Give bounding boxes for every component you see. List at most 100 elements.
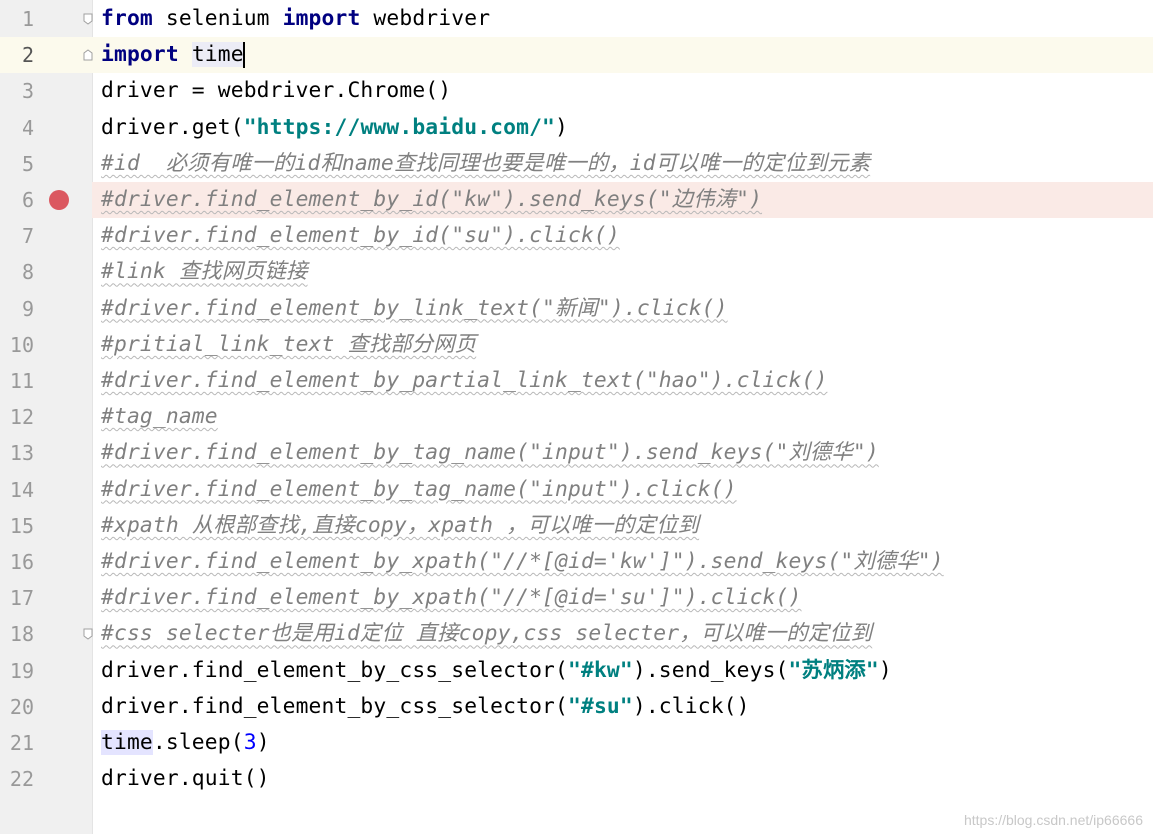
comment-token: #driver.find_element_by_tag_name("input"… [101, 476, 737, 502]
code-token: driver.find_element_by_css_selector( [101, 657, 568, 683]
comment-token: #css selecter也是用id定位 直接copy,css selecter… [101, 621, 873, 647]
fold-marker-icon[interactable] [83, 13, 93, 25]
line-number: 1 [21, 7, 34, 31]
code-token: driver.quit() [101, 766, 270, 792]
code-text[interactable]: #link 查找网页链接 [101, 254, 308, 290]
code-line[interactable]: 14 #driver.find_element_by_tag_name("inpu… [0, 471, 1153, 508]
watermark: https://blog.csdn.net/ip66666 [963, 812, 1143, 828]
code-line[interactable]: 5 #id 必须有唯一的id和name查找同理也要是唯一的，id可以唯一的定位到元… [0, 145, 1153, 182]
code-text[interactable]: #driver.find_element_by_id("kw").send_ke… [101, 182, 762, 218]
code-text[interactable]: time.sleep(3) [101, 725, 270, 761]
code-line[interactable]: 3 driver = webdriver.Chrome() [0, 73, 1153, 110]
code-text[interactable]: #driver.find_element_by_id("su").click() [101, 218, 620, 254]
comment-token: #driver.find_element_by_id("su").click() [101, 223, 620, 249]
code-line[interactable]: 8 #link 查找网页链接 [0, 254, 1153, 291]
code-token: ) [878, 657, 892, 683]
code-text[interactable]: #driver.find_element_by_xpath("//*[@id='… [101, 544, 944, 580]
breakpoint-icon[interactable] [49, 190, 69, 210]
code-line[interactable]: 9 #driver.find_element_by_link_text("新闻")… [0, 290, 1153, 327]
code-line[interactable]: 16 #driver.find_element_by_xpath("//*[@id… [0, 544, 1153, 580]
number-token: 3 [243, 730, 257, 755]
code-line[interactable]: 20 driver.find_element_by_css_selector("#… [0, 688, 1153, 725]
highlighted-token: time [191, 42, 244, 68]
line-number: 7 [21, 224, 34, 249]
code-text[interactable]: #driver.find_element_by_tag_name("input"… [101, 472, 737, 508]
string-token: "https://www.baidu.com/" [243, 114, 556, 140]
code-token: ) [256, 730, 270, 755]
code-token: ).click() [632, 693, 750, 719]
line-number: 19 [9, 658, 34, 683]
comment-token: #link 查找网页链接 [101, 259, 308, 285]
code-line[interactable]: 1 from selenium import webdriver [0, 1, 1153, 37]
line-number: 16 [9, 550, 34, 574]
code-token: ) [555, 114, 569, 140]
code-line[interactable]: 2 import time [0, 37, 1153, 74]
comment-token: #driver.find_element_by_xpath("//*[@id='… [101, 585, 802, 611]
fold-marker-icon[interactable] [83, 49, 93, 61]
code-text[interactable]: #driver.find_element_by_link_text("新闻").… [101, 291, 728, 327]
code-line[interactable]: 18 #css selecter也是用id定位 直接copy,css select… [0, 616, 1153, 653]
line-number: 5 [21, 151, 34, 176]
code-text[interactable]: #id 必须有唯一的id和name查找同理也要是唯一的，id可以唯一的定位到元素 [101, 146, 870, 182]
code-line[interactable]: 10 #pritial_link_text 查找部分网页 [0, 326, 1153, 363]
code-text[interactable]: driver.find_element_by_css_selector("#kw… [101, 653, 892, 689]
code-text[interactable]: #tag_name [101, 399, 218, 435]
comment-token: #pritial_link_text 查找部分网页 [101, 331, 477, 357]
line-number: 10 [9, 332, 34, 357]
code-editor[interactable]: 1 from selenium import webdriver 2 import t… [0, 0, 1153, 834]
code-token: driver.find_element_by_css_selector( [101, 693, 568, 719]
code-token: ).send_keys( [632, 657, 789, 683]
comment-token: #driver.find_element_by_xpath("//*[@id='… [101, 549, 944, 574]
code-line[interactable]: 12 #tag_name [0, 399, 1153, 436]
line-number: 6 [21, 188, 34, 212]
line-number: 3 [21, 79, 34, 104]
code-text[interactable]: #xpath 从根部查找,直接copy，xpath ，可以唯一的定位到 [101, 508, 699, 544]
line-number: 9 [21, 296, 34, 321]
line-number: 20 [9, 694, 34, 719]
line-number: 14 [9, 477, 34, 502]
code-text[interactable]: #css selecter也是用id定位 直接copy,css selecter… [101, 616, 872, 652]
line-number: 21 [9, 731, 34, 755]
code-token: driver = webdriver.Chrome() [101, 78, 452, 104]
comment-token: #id 必须有唯一的id和name查找同理也要是唯一的，id可以唯一的定位到元素 [101, 150, 871, 176]
line-number: 8 [21, 260, 34, 285]
code-text[interactable]: driver = webdriver.Chrome() [101, 73, 451, 109]
text-caret [242, 42, 245, 69]
code-text[interactable]: #driver.find_element_by_xpath("//*[@id='… [101, 580, 801, 616]
keyword-token: from [101, 6, 153, 31]
code-line[interactable]: 6 #driver.find_element_by_id("kw").send_k… [0, 182, 1153, 218]
line-number: 22 [9, 767, 34, 792]
string-token: "苏炳添" [788, 657, 879, 683]
code-text[interactable]: driver.find_element_by_css_selector("#su… [101, 689, 750, 725]
code-line[interactable]: 17 #driver.find_element_by_xpath("//*[@id… [0, 580, 1153, 617]
comment-token: #driver.find_element_by_tag_name("input"… [101, 440, 879, 466]
line-number: 11 [9, 369, 34, 393]
code-text[interactable]: #driver.find_element_by_partial_link_tex… [101, 363, 827, 399]
code-text[interactable]: #pritial_link_text 查找部分网页 [101, 327, 476, 363]
code-text[interactable]: from selenium import webdriver [101, 1, 490, 37]
line-number: 18 [9, 622, 34, 647]
line-number: 2 [21, 43, 34, 68]
line-number: 15 [9, 513, 34, 538]
code-line[interactable]: 22 driver.quit() [0, 761, 1153, 798]
code-line[interactable]: 4 driver.get("https://www.baidu.com/") [0, 109, 1153, 146]
code-line[interactable]: 11 #driver.find_element_by_partial_link_t… [0, 363, 1153, 399]
code-line[interactable]: 19 driver.find_element_by_css_selector("#… [0, 652, 1153, 689]
line-number: 12 [9, 405, 34, 430]
code-token: selenium [152, 6, 283, 31]
comment-token: #driver.find_element_by_partial_link_tex… [101, 368, 828, 393]
code-text[interactable]: import time [101, 37, 245, 73]
code-line[interactable]: 21 time.sleep(3) [0, 725, 1153, 761]
code-token: .sleep( [152, 730, 244, 755]
line-number: 4 [21, 115, 34, 140]
code-text[interactable]: driver.get("https://www.baidu.com/") [101, 110, 568, 146]
code-line[interactable]: 7 #driver.find_element_by_id("su").click(… [0, 218, 1153, 255]
code-line[interactable]: 13 #driver.find_element_by_tag_name("inpu… [0, 435, 1153, 472]
fold-marker-icon[interactable] [83, 628, 93, 641]
code-text[interactable]: #driver.find_element_by_tag_name("input"… [101, 435, 879, 471]
comment-token: #xpath 从根部查找,直接copy，xpath ，可以唯一的定位到 [101, 512, 700, 538]
code-line[interactable]: 15 #xpath 从根部查找,直接copy，xpath ，可以唯一的定位到 [0, 507, 1153, 544]
code-text[interactable]: driver.quit() [101, 761, 270, 797]
string-token: "#su" [568, 693, 633, 719]
